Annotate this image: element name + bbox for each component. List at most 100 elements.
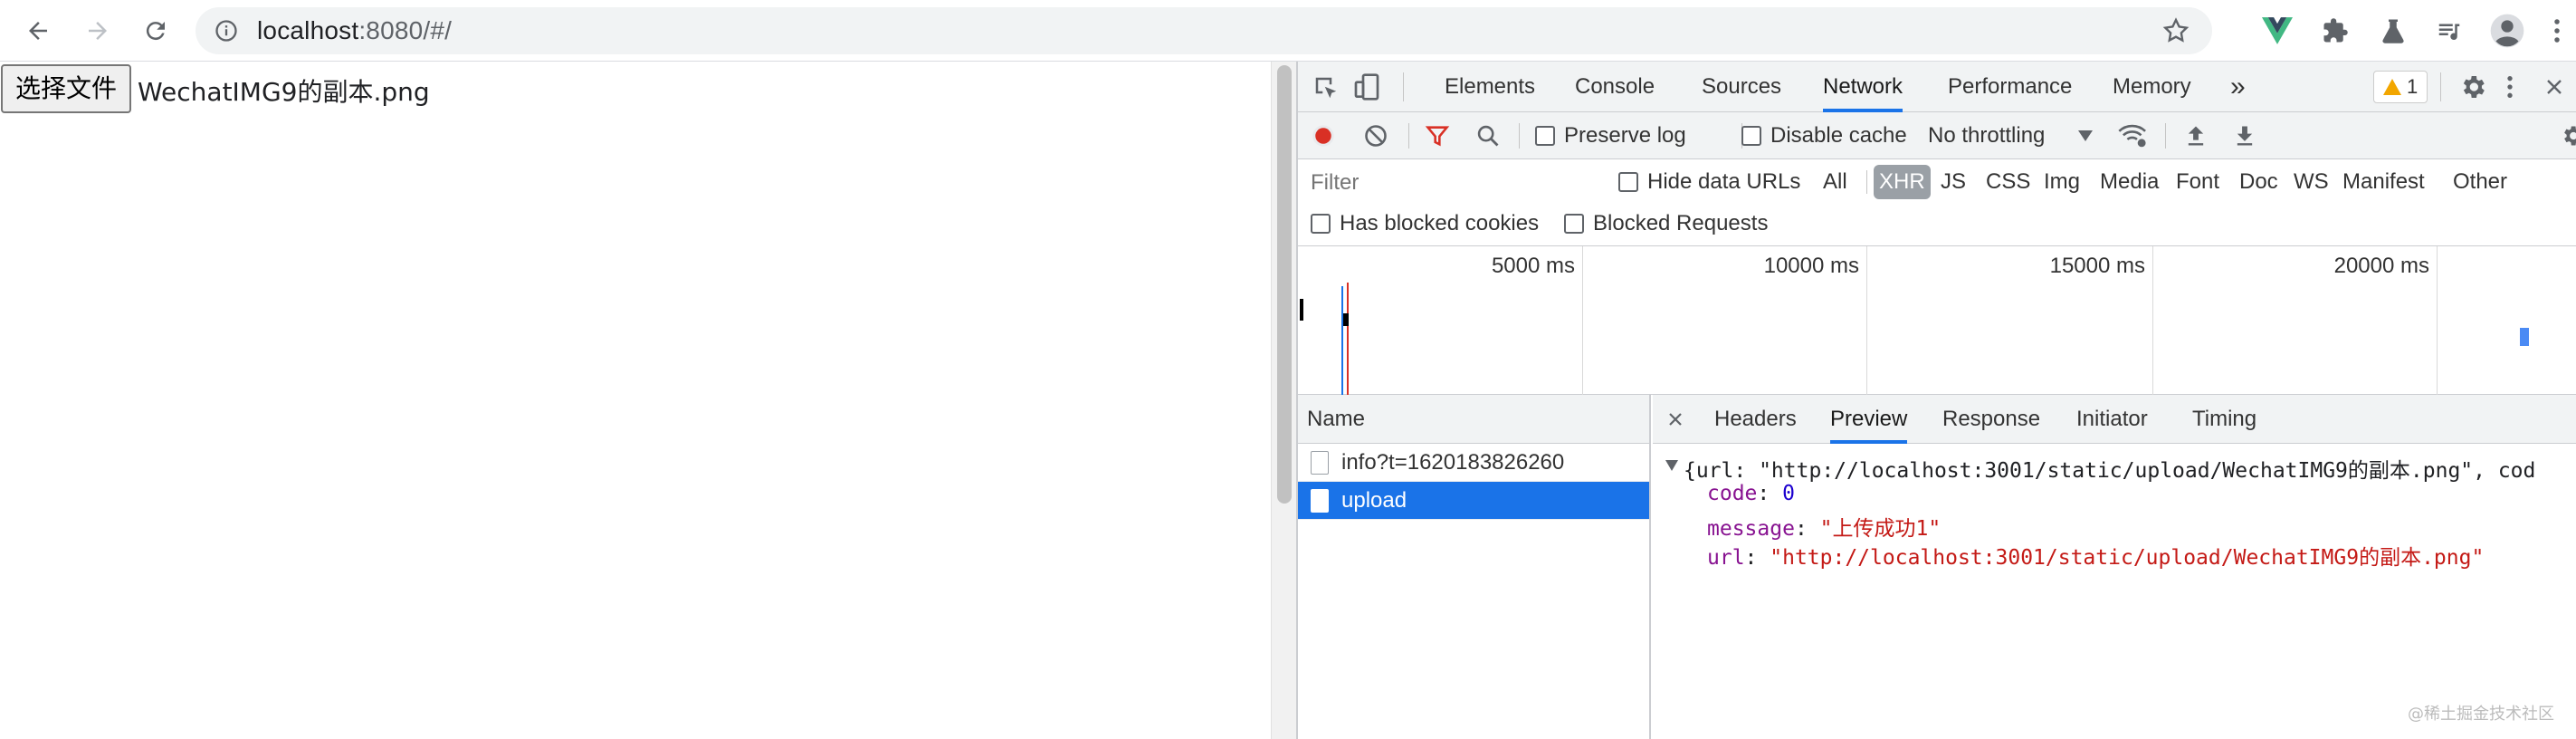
divider: [1403, 72, 1404, 101]
media-queue-button[interactable]: [2431, 13, 2467, 49]
filter-type-font[interactable]: Font: [2171, 165, 2225, 199]
tab-network[interactable]: Network: [1823, 62, 1903, 112]
reload-button[interactable]: [138, 13, 174, 49]
tab-timing[interactable]: Timing: [2192, 395, 2256, 444]
tab-elements[interactable]: Elements: [1445, 62, 1535, 112]
file-icon: [1311, 489, 1329, 513]
grid-line: [1866, 246, 1867, 395]
clear-icon[interactable]: [1363, 123, 1388, 149]
browser-menu-button[interactable]: [2543, 13, 2571, 49]
filter-type-manifest[interactable]: Manifest: [2337, 165, 2430, 199]
browser-toolbar: localhost:8080/#/: [0, 0, 2576, 62]
name-column-header[interactable]: Name: [1298, 395, 1649, 444]
tab-headers[interactable]: Headers: [1714, 395, 1797, 444]
back-button[interactable]: [20, 13, 56, 49]
choose-file-button[interactable]: 选择文件: [1, 64, 132, 113]
has-blocked-cookies-checkbox[interactable]: Has blocked cookies: [1311, 208, 1539, 239]
arrow-left-icon: [29, 22, 47, 40]
filter-type-doc[interactable]: Doc: [2234, 165, 2284, 199]
checkbox[interactable]: [1618, 172, 1638, 192]
request-list: Name info?t=1620183826260 upload: [1298, 395, 1651, 739]
preserve-log-checkbox[interactable]: Preserve log: [1535, 112, 1686, 159]
tab-memory[interactable]: Memory: [2113, 62, 2191, 112]
tab-console[interactable]: Console: [1575, 62, 1655, 112]
vue-logo-icon: [2262, 17, 2293, 44]
json-string-value: "上传成功1": [1819, 517, 1942, 541]
info-icon[interactable]: [214, 18, 239, 43]
checkbox[interactable]: [1535, 126, 1555, 146]
filter-type-media[interactable]: Media: [2094, 165, 2164, 199]
forward-button[interactable]: [80, 13, 116, 49]
request-row-info[interactable]: info?t=1620183826260: [1298, 444, 1649, 482]
tab-performance[interactable]: Performance: [1948, 62, 2072, 112]
request-marker: [2520, 328, 2529, 346]
dom-content-loaded-line: [1341, 286, 1343, 395]
bookmark-star-icon[interactable]: [2161, 16, 2190, 45]
more-tabs-button[interactable]: »: [2230, 62, 2246, 112]
warning-icon: [2383, 79, 2401, 95]
filter-type-css[interactable]: CSS: [1980, 165, 2036, 199]
filter-type-img[interactable]: Img: [2038, 165, 2085, 199]
search-icon[interactable]: [1475, 123, 1501, 149]
flask-icon: [2382, 19, 2404, 43]
tab-initiator[interactable]: Initiator: [2076, 395, 2148, 444]
vue-devtools-extension-button[interactable]: [2259, 13, 2295, 49]
hide-data-urls-checkbox[interactable]: Hide data URLs: [1618, 165, 1800, 199]
warnings-badge[interactable]: 1: [2373, 71, 2428, 103]
divider: [2165, 123, 2166, 149]
device-toolbar-icon[interactable]: [1352, 72, 1381, 101]
filter-icon[interactable]: [1425, 123, 1450, 149]
request-name: info?t=1620183826260: [1341, 450, 1565, 475]
expand-triangle-icon[interactable]: [1665, 460, 1678, 471]
page-scrollbar[interactable]: [1271, 62, 1296, 739]
filter-type-js[interactable]: JS: [1935, 165, 1971, 199]
devtools-menu-icon[interactable]: [2505, 72, 2514, 101]
tick-label-5000: 5000 ms: [1491, 254, 1575, 278]
tab-response[interactable]: Response: [1942, 395, 2040, 444]
lab-flask-button[interactable]: [2375, 13, 2411, 49]
filter-type-xhr[interactable]: XHR: [1874, 165, 1931, 199]
dropdown-arrow-icon[interactable]: [2078, 130, 2093, 141]
json-string-value: "http://localhost:3001/static/upload/Wec…: [1770, 546, 2485, 570]
checkbox[interactable]: [1564, 214, 1584, 234]
filter-type-all[interactable]: All: [1818, 165, 1853, 199]
blocked-requests-checkbox[interactable]: Blocked Requests: [1564, 208, 1768, 239]
request-marker: [1343, 313, 1349, 326]
request-row-upload[interactable]: upload: [1298, 482, 1649, 520]
divider: [1408, 123, 1409, 149]
more-vertical-icon: [2554, 19, 2560, 43]
json-message-line: message: "上传成功1": [1707, 517, 1942, 541]
import-har-icon[interactable]: [2183, 123, 2209, 149]
profile-button[interactable]: [2489, 13, 2525, 49]
disable-cache-label: Disable cache: [1770, 123, 1907, 148]
network-conditions-icon[interactable]: [2118, 121, 2149, 150]
preserve-log-label: Preserve log: [1564, 123, 1686, 148]
network-overview-timeline[interactable]: 5000 ms 10000 ms 15000 ms 20000 ms: [1298, 246, 2576, 395]
json-key: code: [1707, 482, 1758, 505]
filter-input[interactable]: [1304, 166, 1610, 200]
selected-file-name: WechatIMG9的副本.png: [138, 77, 430, 107]
network-settings-gear-icon[interactable]: [2560, 123, 2576, 149]
tab-sources[interactable]: Sources: [1702, 62, 1781, 112]
address-bar[interactable]: localhost:8080/#/: [196, 7, 2212, 54]
record-icon[interactable]: [1311, 123, 1336, 149]
url-text[interactable]: localhost:8080/#/: [257, 7, 452, 54]
close-devtools-icon[interactable]: [2543, 76, 2565, 98]
inspect-element-icon[interactable]: [1312, 74, 1340, 101]
network-toolbar: Preserve log Disable cache No throttling: [1298, 112, 2576, 159]
extensions-button[interactable]: [2317, 13, 2353, 49]
filter-type-other[interactable]: Other: [2447, 165, 2513, 199]
divider: [1519, 123, 1520, 149]
avatar-icon: [2490, 14, 2524, 48]
tab-preview[interactable]: Preview: [1830, 395, 1908, 444]
checkbox[interactable]: [1741, 126, 1761, 146]
close-detail-icon[interactable]: [1667, 411, 1684, 427]
json-summary[interactable]: {url: "http://localhost:3001/static/uplo…: [1684, 453, 2535, 484]
disable-cache-checkbox[interactable]: Disable cache: [1741, 112, 1907, 159]
settings-gear-icon[interactable]: [2458, 72, 2487, 101]
export-har-icon[interactable]: [2232, 123, 2257, 149]
throttling-select[interactable]: No throttling: [1928, 112, 2045, 159]
filter-type-ws[interactable]: WS: [2288, 165, 2334, 199]
scrollbar-thumb[interactable]: [1277, 65, 1292, 504]
checkbox[interactable]: [1311, 214, 1331, 234]
